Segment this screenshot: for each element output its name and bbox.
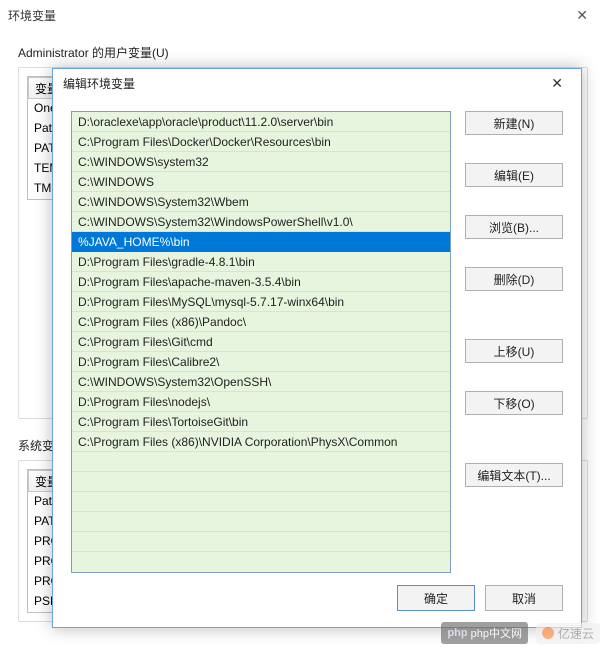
list-item-empty[interactable] bbox=[72, 512, 450, 532]
list-item[interactable]: D:\oraclexe\app\oracle\product\11.2.0\se… bbox=[72, 112, 450, 132]
cancel-button[interactable]: 取消 bbox=[485, 585, 563, 611]
list-item[interactable]: C:\Program Files (x86)\NVIDIA Corporatio… bbox=[72, 432, 450, 452]
dialog-footer: 确定 取消 bbox=[53, 581, 581, 627]
ok-button[interactable]: 确定 bbox=[397, 585, 475, 611]
list-item[interactable]: C:\WINDOWS\System32\Wbem bbox=[72, 192, 450, 212]
dialog-title: 编辑环境变量 bbox=[63, 75, 135, 92]
new-button[interactable]: 新建(N) bbox=[465, 111, 563, 135]
browse-button[interactable]: 浏览(B)... bbox=[465, 215, 563, 239]
edit-button[interactable]: 编辑(E) bbox=[465, 163, 563, 187]
list-item[interactable]: C:\WINDOWS bbox=[72, 172, 450, 192]
user-vars-label: Administrator 的用户变量(U) bbox=[18, 44, 588, 61]
list-item[interactable]: C:\WINDOWS\System32\WindowsPowerShell\v1… bbox=[72, 212, 450, 232]
list-item[interactable]: C:\WINDOWS\System32\OpenSSH\ bbox=[72, 372, 450, 392]
close-icon[interactable]: ✕ bbox=[543, 73, 571, 94]
parent-close-icon[interactable]: ✕ bbox=[566, 3, 598, 28]
list-item[interactable]: D:\Program Files\gradle-4.8.1\bin bbox=[72, 252, 450, 272]
list-item[interactable]: C:\Program Files\Docker\Docker\Resources… bbox=[72, 132, 450, 152]
list-item-empty[interactable] bbox=[72, 492, 450, 512]
dialog-titlebar: 编辑环境变量 ✕ bbox=[53, 69, 581, 97]
list-item[interactable]: D:\Program Files\nodejs\ bbox=[72, 392, 450, 412]
list-item[interactable]: C:\Program Files\Git\cmd bbox=[72, 332, 450, 352]
list-item[interactable]: D:\Program Files\apache-maven-3.5.4\bin bbox=[72, 272, 450, 292]
list-item[interactable]: D:\Program Files\Calibre2\ bbox=[72, 352, 450, 372]
delete-button[interactable]: 删除(D) bbox=[465, 267, 563, 291]
parent-titlebar: 环境变量 ✕ bbox=[0, 0, 606, 30]
side-buttons: 新建(N) 编辑(E) 浏览(B)... 删除(D) 上移(U) 下移(O) 编… bbox=[465, 111, 563, 573]
list-item-empty[interactable] bbox=[72, 472, 450, 492]
list-item[interactable]: C:\WINDOWS\system32 bbox=[72, 152, 450, 172]
edit-text-button[interactable]: 编辑文本(T)... bbox=[465, 463, 563, 487]
dialog-body: D:\oraclexe\app\oracle\product\11.2.0\se… bbox=[53, 97, 581, 581]
list-item[interactable]: C:\Program Files\TortoiseGit\bin bbox=[72, 412, 450, 432]
list-item[interactable]: %JAVA_HOME%\bin bbox=[72, 232, 450, 252]
path-listbox[interactable]: D:\oraclexe\app\oracle\product\11.2.0\se… bbox=[71, 111, 451, 573]
list-item[interactable]: C:\Program Files (x86)\Pandoc\ bbox=[72, 312, 450, 332]
list-item[interactable]: D:\Program Files\MySQL\mysql-5.7.17-winx… bbox=[72, 292, 450, 312]
list-item-empty[interactable] bbox=[72, 452, 450, 472]
move-up-button[interactable]: 上移(U) bbox=[465, 339, 563, 363]
move-down-button[interactable]: 下移(O) bbox=[465, 391, 563, 415]
parent-title: 环境变量 bbox=[8, 7, 566, 24]
edit-env-dialog: 编辑环境变量 ✕ D:\oraclexe\app\oracle\product\… bbox=[52, 68, 582, 628]
list-item-empty[interactable] bbox=[72, 532, 450, 552]
